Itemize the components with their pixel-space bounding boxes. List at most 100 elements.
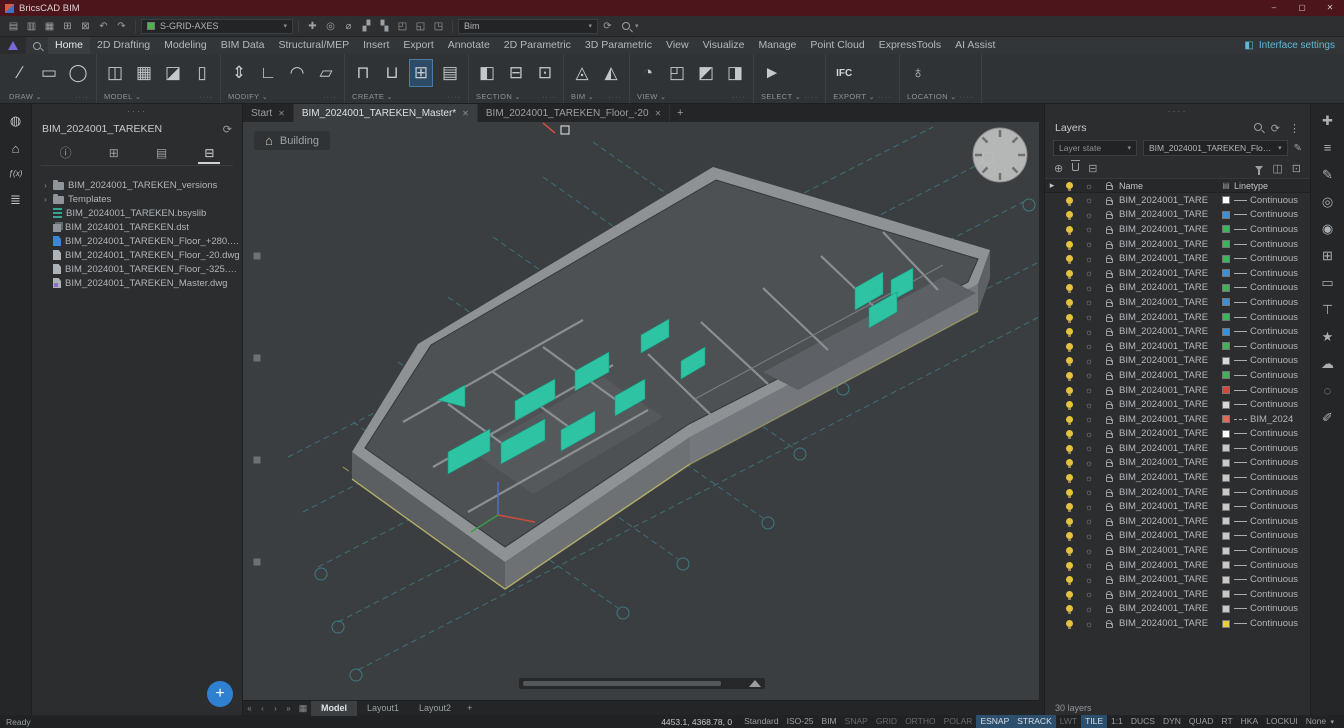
layer-lock-icon[interactable] [1106, 375, 1113, 380]
ribbon-tab[interactable]: ExpressTools [872, 37, 948, 54]
section-detail-icon[interactable]: ⊡ [534, 60, 556, 86]
layer-color-swatch[interactable] [1222, 503, 1230, 511]
layer-on-icon[interactable] [1066, 518, 1073, 525]
new-document-tab-button[interactable]: + [670, 107, 690, 119]
tree-item[interactable]: BIM_2024001_TAREKEN_Floor_-325.dwg [42, 262, 242, 276]
layer-lock-icon[interactable] [1106, 273, 1113, 278]
layer-row[interactable]: ☼ BIM_2024001_TARE Continuous [1045, 558, 1310, 573]
layer-lock-icon[interactable] [1106, 229, 1113, 234]
current-layer-select[interactable]: S-GRID-AXES ▾ [141, 19, 293, 34]
sketch-icon[interactable]: ✐ [1322, 411, 1333, 424]
visibility-column-icon[interactable] [1059, 182, 1079, 189]
ribbon-tab[interactable]: AI Assist [948, 37, 1002, 54]
layer-linetype[interactable]: Continuous [1234, 501, 1310, 512]
layer-color-swatch[interactable] [1222, 255, 1230, 263]
grid-icon[interactable]: ⊞ [410, 60, 432, 86]
layer-on-icon[interactable] [1066, 489, 1073, 496]
layer-linetype[interactable]: Continuous [1234, 195, 1310, 206]
status-toggle[interactable]: ISO-25 ▾ [783, 715, 818, 728]
layer-row[interactable]: ☼ BIM_2024001_TARE Continuous [1045, 587, 1310, 602]
layer-lock-icon[interactable] [1106, 258, 1113, 263]
layer-freeze-icon[interactable]: ☼ [1079, 531, 1099, 541]
layer-lock-icon[interactable] [1106, 244, 1113, 249]
layer-on-icon[interactable] [1066, 255, 1073, 262]
layer-linetype[interactable]: Continuous [1234, 326, 1310, 337]
array-icon[interactable]: ▱ [315, 60, 337, 86]
layer-lock-icon[interactable] [1106, 579, 1113, 584]
status-toggle[interactable]: Standard ▾ [740, 715, 783, 728]
push-pull-icon[interactable]: ⇕ [228, 60, 250, 86]
layer-on-icon[interactable] [1066, 314, 1073, 321]
layer-row[interactable]: ☼ BIM_2024001_TARE Continuous [1045, 572, 1310, 587]
layer-on-icon[interactable] [1066, 532, 1073, 539]
ribbon-group-label[interactable]: EXPORT [833, 92, 875, 101]
ribbon-group-label[interactable]: CREATE [352, 92, 393, 101]
layer-color-swatch[interactable] [1222, 357, 1230, 365]
ribbon-group-label[interactable]: SELECT [761, 92, 801, 101]
layer-lock-icon[interactable] [1106, 565, 1113, 570]
favorites-icon[interactable]: ★ [1322, 330, 1334, 343]
dialog-launcher-dots[interactable] [323, 92, 337, 101]
layer-linetype[interactable]: Continuous [1234, 399, 1310, 410]
panels-icon[interactable]: ⊞ [1322, 249, 1333, 262]
plot-column-icon[interactable]: ▤ [1218, 181, 1234, 190]
layer-color-swatch[interactable] [1222, 313, 1230, 321]
close-icon[interactable]: ✕ [462, 109, 469, 118]
dialog-launcher-dots[interactable] [75, 92, 89, 101]
status-toggle[interactable]: LWT ▾ [1056, 715, 1081, 728]
layer-merge-icon[interactable]: ◫ [1272, 162, 1282, 175]
layer-color-swatch[interactable] [1222, 211, 1230, 219]
layer-on-icon[interactable] [1066, 284, 1073, 291]
layer-linetype[interactable]: Continuous [1234, 253, 1310, 264]
layer-linetype[interactable]: Continuous [1234, 385, 1310, 396]
layer-linetype[interactable]: Continuous [1234, 428, 1310, 439]
layer-color-swatch[interactable] [1222, 284, 1230, 292]
layer-lock-icon[interactable] [1106, 477, 1113, 482]
status-toggle[interactable]: BIM ▾ [818, 715, 841, 728]
line-icon[interactable]: ∕ [9, 60, 31, 86]
structure-icon[interactable]: ≣ [10, 193, 21, 206]
ribbon-group-label[interactable]: MODIFY [228, 92, 268, 101]
ruler-icon[interactable]: ⊤ [1322, 303, 1333, 316]
bricscad-logo[interactable] [0, 37, 26, 54]
visual-style-icon[interactable]: ◩ [695, 60, 717, 86]
status-toggle[interactable]: None ▾ [1302, 715, 1338, 728]
layer-lock-icon[interactable] [1106, 317, 1113, 322]
ribbon-tab[interactable]: BIM Data [214, 37, 272, 54]
stair-icon[interactable]: ▤ [439, 60, 461, 86]
tools-icon[interactable]: ✚ [1322, 114, 1333, 127]
layer-linetype[interactable]: Continuous [1234, 282, 1310, 293]
region-icon[interactable]: ▚ [376, 18, 393, 35]
status-toggle[interactable]: 1:1 ▾ [1107, 715, 1127, 728]
ribbon-tab[interactable]: 3D Parametric [578, 37, 659, 54]
ribbon-group-label[interactable]: MODEL [104, 92, 141, 101]
dialog-launcher-dots[interactable] [878, 92, 892, 101]
layer-lock-icon[interactable] [1106, 462, 1113, 467]
layer-color-swatch[interactable] [1222, 620, 1230, 628]
layer-row[interactable]: ☼ BIM_2024001_TARE Continuous [1045, 427, 1310, 442]
annotate-pencil-icon[interactable]: ✎ [1322, 168, 1333, 181]
layer-linetype[interactable]: Continuous [1234, 312, 1310, 323]
status-toggle[interactable]: POLAR ▾ [940, 715, 977, 728]
viewport-1-icon[interactable]: ◰ [394, 18, 411, 35]
layer-on-icon[interactable] [1066, 387, 1073, 394]
status-toggle[interactable]: HKA ▾ [1237, 715, 1262, 728]
layer-lock-icon[interactable] [1106, 608, 1113, 613]
layer-lock-icon[interactable] [1106, 360, 1113, 365]
ribbon-group-label[interactable]: LOCATION [907, 92, 957, 101]
ribbon-tab[interactable]: Visualize [696, 37, 752, 54]
layer-row[interactable]: ☼ BIM_2024001_TARE Continuous [1045, 324, 1310, 339]
layer-freeze-icon[interactable]: ☼ [1079, 400, 1099, 410]
ribbon-group-label[interactable]: SECTION [476, 92, 521, 101]
layout-tab[interactable]: Layout2 [409, 701, 461, 716]
layer-on-icon[interactable] [1066, 591, 1073, 598]
layer-linetype[interactable]: Continuous [1234, 530, 1310, 541]
light-panel-icon[interactable]: ◍ [10, 114, 21, 127]
delete-layer-button[interactable] [1072, 162, 1079, 174]
layer-color-swatch[interactable] [1222, 269, 1230, 277]
layer-lock-icon[interactable] [1106, 506, 1113, 511]
layer-lock-icon[interactable] [1106, 346, 1113, 351]
layer-on-icon[interactable] [1066, 474, 1073, 481]
layer-row[interactable]: ☼ BIM_2024001_TARE Continuous [1045, 251, 1310, 266]
layer-on-icon[interactable] [1066, 328, 1073, 335]
